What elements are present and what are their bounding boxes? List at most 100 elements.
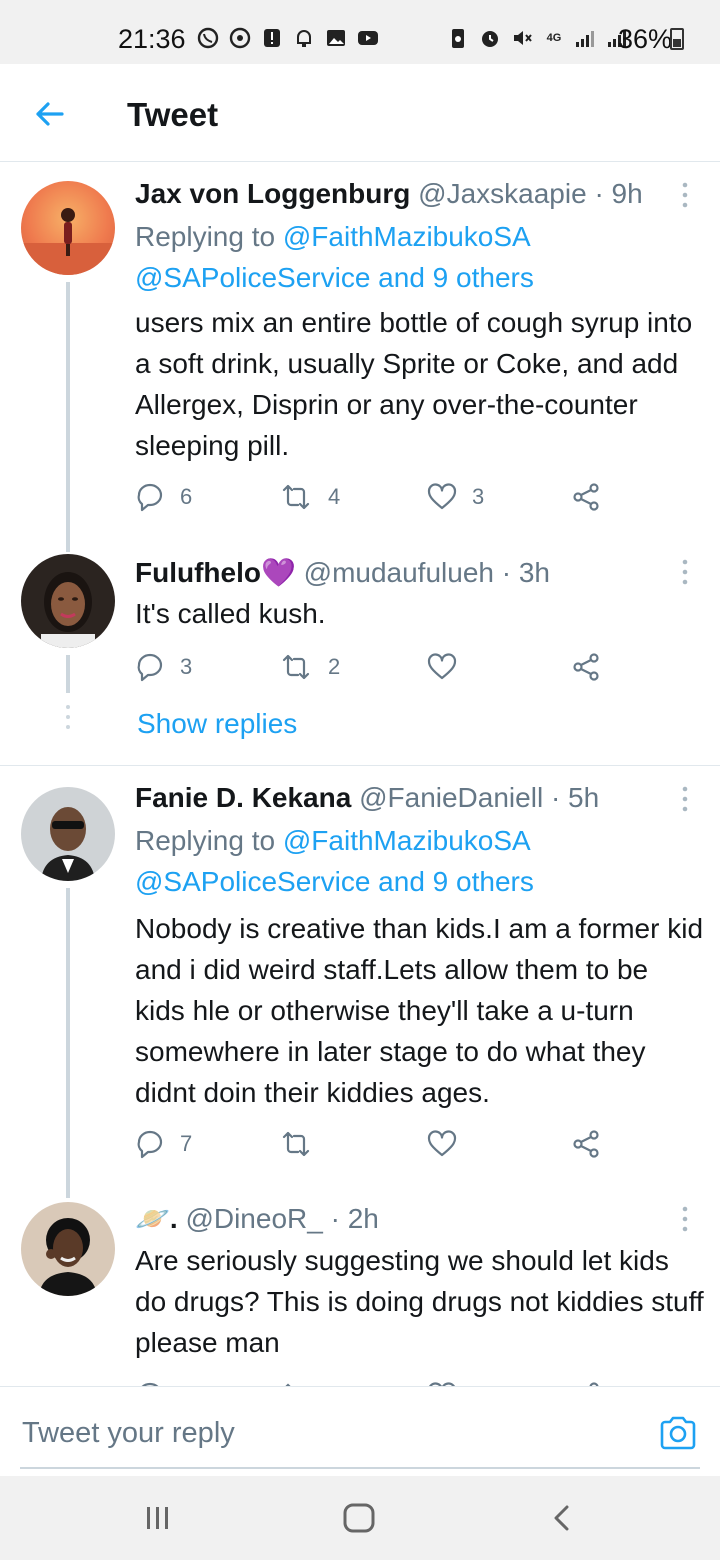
youtube-icon: [356, 26, 380, 50]
home-icon[interactable]: [342, 1502, 376, 1539]
retweet-count: 4: [328, 484, 341, 509]
tweet-text: It's called kush.: [135, 598, 326, 629]
show-replies-link[interactable]: Show replies: [137, 708, 297, 740]
tweet-actions: 3 2: [134, 651, 614, 685]
retweet-button[interactable]: [278, 1128, 328, 1160]
input-underline: [20, 1467, 700, 1469]
image-icon: [324, 26, 348, 50]
replying-to: Replying to @FaithMazibukoSA @SAPoliceSe…: [135, 216, 534, 298]
back-nav-icon[interactable]: [548, 1504, 576, 1537]
tweet-header: Fulufhelo💜 @mudaufulueh · 3h: [135, 556, 550, 589]
retweet-icon: [282, 654, 310, 680]
heart-icon: [427, 653, 457, 680]
tweet-3[interactable]: Fanie D. Kekana @FanieDaniell · 5h Reply…: [0, 766, 720, 1198]
thread-line: [66, 655, 70, 693]
share-button[interactable]: [570, 651, 602, 683]
recent-apps-icon[interactable]: [144, 1504, 172, 1537]
author-name[interactable]: Fulufhelo: [135, 557, 261, 588]
battery-percent: 36%: [618, 24, 673, 54]
retweet-icon: [282, 1131, 310, 1157]
tweet-text: Are seriously suggesting we should let k…: [135, 1245, 704, 1358]
more-options-icon[interactable]: [673, 557, 697, 587]
reply-button[interactable]: 7: [134, 1128, 192, 1160]
sync-icon: [228, 26, 252, 50]
share-icon: [573, 653, 599, 681]
like-button[interactable]: 3: [426, 481, 484, 513]
author-handle[interactable]: @FanieDaniell: [359, 782, 543, 813]
reply-input[interactable]: Tweet your reply: [22, 1417, 235, 1450]
tweet-time: · 5h: [550, 782, 600, 813]
replying-label: Replying to: [135, 221, 283, 252]
battery-icon: [670, 28, 684, 50]
retweet-button[interactable]: 4: [278, 481, 340, 513]
battery-saver-icon: [446, 26, 470, 50]
share-icon: [573, 1130, 599, 1158]
tweet-time: · 9h: [594, 178, 643, 209]
retweet-count: 2: [328, 654, 341, 679]
like-button[interactable]: [426, 651, 472, 683]
mute-icon: [510, 26, 534, 50]
reply-icon: [137, 653, 163, 682]
like-count: 3: [472, 484, 485, 509]
author-handle[interactable]: @Jaxskaapie: [418, 178, 587, 209]
tweet-actions: 6 4 3: [134, 481, 614, 515]
bell-icon: [292, 26, 316, 50]
reply-icon: [137, 1130, 163, 1159]
tweet-2[interactable]: Fulufhelo💜 @mudaufulueh · 3h It's called…: [0, 537, 720, 765]
mention-link[interactable]: @SAPoliceService and 9 others: [135, 866, 534, 897]
mention-link[interactable]: @FaithMazibukoSA: [283, 221, 531, 252]
thread-line: [66, 888, 70, 1198]
retweet-button[interactable]: 2: [278, 651, 340, 683]
avatar[interactable]: [21, 554, 115, 648]
share-button[interactable]: [570, 481, 602, 513]
reply-count: 7: [180, 1131, 193, 1156]
share-button[interactable]: [570, 1128, 602, 1160]
reply-button[interactable]: 6: [134, 481, 192, 513]
avatar[interactable]: [21, 1202, 115, 1296]
reply-count: 3: [180, 654, 193, 679]
more-options-icon[interactable]: [673, 180, 697, 210]
replying-to: Replying to @FaithMazibukoSA @SAPoliceSe…: [135, 820, 534, 902]
status-bar: 21:36 4G 36%: [0, 0, 720, 64]
author-name[interactable]: Fanie D. Kekana: [135, 782, 351, 813]
thread-line: [66, 282, 70, 552]
tweet-text: users mix an entire bottle of cough syru…: [135, 307, 693, 461]
reply-button[interactable]: 3: [134, 651, 192, 683]
avatar[interactable]: [21, 787, 115, 881]
share-icon: [573, 483, 599, 511]
tweet-text: Nobody is creative than kids.I am a form…: [135, 913, 704, 1108]
tweet-4[interactable]: 🪐. @DineoR_ · 2h Are seriously suggestin…: [0, 1198, 720, 1386]
page-title: Tweet: [127, 96, 219, 133]
purple-heart-emoji: 💜: [260, 557, 296, 588]
signal-icon: [574, 26, 598, 50]
heart-icon: [427, 483, 457, 510]
system-nav-bar: [0, 1476, 720, 1560]
tweet-header: 🪐. @DineoR_ · 2h: [135, 1202, 379, 1235]
tweet-header: Jax von Loggenburg @Jaxskaapie · 9h: [135, 178, 643, 210]
tweet-time: · 2h: [330, 1203, 379, 1234]
mention-link[interactable]: @SAPoliceService and 9 others: [135, 262, 534, 293]
more-options-icon[interactable]: [673, 784, 697, 814]
alert-icon: [260, 26, 284, 50]
author-name[interactable]: 🪐.: [135, 1203, 178, 1234]
heart-icon: [427, 1130, 457, 1157]
alarm-icon: [478, 26, 502, 50]
reply-count: 6: [180, 484, 193, 509]
tweet-1[interactable]: Jax von Loggenburg @Jaxskaapie · 9h Repl…: [0, 162, 720, 552]
mention-link[interactable]: @FaithMazibukoSA: [283, 825, 531, 856]
network-4g-icon: 4G: [542, 26, 566, 50]
like-button[interactable]: [426, 1128, 472, 1160]
reply-composer: Tweet your reply: [0, 1386, 720, 1476]
status-time: 21:36: [118, 24, 186, 54]
camera-icon[interactable]: [658, 1413, 698, 1453]
avatar[interactable]: [21, 181, 115, 275]
whatsapp-icon: [196, 26, 220, 50]
retweet-icon: [282, 484, 310, 510]
author-handle[interactable]: @mudaufulueh: [304, 557, 494, 588]
author-handle[interactable]: @DineoR_: [185, 1203, 322, 1234]
tweet-actions: 7: [134, 1128, 614, 1162]
more-options-icon[interactable]: [673, 1204, 697, 1234]
author-name[interactable]: Jax von Loggenburg: [135, 178, 410, 209]
back-arrow-icon[interactable]: [28, 92, 72, 136]
system-icons: 4G: [446, 26, 630, 50]
